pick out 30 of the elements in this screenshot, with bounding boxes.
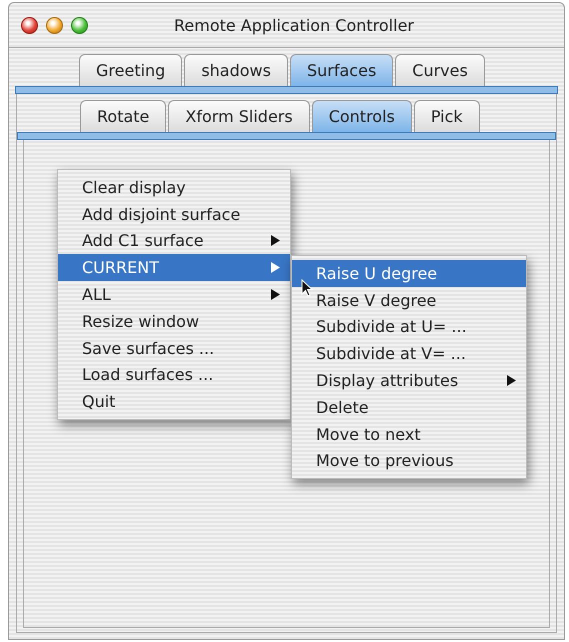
zoom-button[interactable] xyxy=(71,16,88,34)
menu-item[interactable]: CURRENT xyxy=(58,254,290,282)
menu-item[interactable]: Raise V degree xyxy=(292,286,526,314)
menu-item[interactable]: ALL xyxy=(58,281,290,308)
menu-item[interactable]: Load surfaces ... xyxy=(58,362,290,388)
menu-item[interactable]: Subdivide at U= ... xyxy=(292,314,526,340)
tab[interactable]: Rotate xyxy=(80,100,166,132)
menu-item[interactable]: Quit xyxy=(58,388,290,416)
tab[interactable]: Curves xyxy=(395,54,485,86)
menu-item[interactable]: Raise U degree xyxy=(292,260,526,287)
tab[interactable]: Greeting xyxy=(79,54,182,86)
menu-item[interactable]: Move to previous xyxy=(292,448,526,474)
menu-item[interactable]: Save surfaces ... xyxy=(58,334,290,362)
tab[interactable]: shadows xyxy=(184,54,288,86)
tab[interactable]: Xform Sliders xyxy=(168,100,310,132)
menu-item[interactable]: Resize window xyxy=(58,308,290,335)
tab[interactable]: Pick xyxy=(414,100,480,132)
close-button[interactable] xyxy=(21,16,38,34)
menu-item[interactable]: Subdivide at V= ... xyxy=(292,340,526,368)
tab[interactable]: Controls xyxy=(312,100,412,132)
tab[interactable]: Surfaces xyxy=(290,54,394,86)
menu-item[interactable]: Move to next xyxy=(292,420,526,448)
menu-item[interactable]: Clear display xyxy=(58,174,290,201)
menu-item[interactable]: Delete xyxy=(292,394,526,421)
mouse-pointer-icon xyxy=(301,279,313,297)
window-title: Remote Application Controller xyxy=(172,16,415,34)
minimize-button[interactable] xyxy=(46,16,63,34)
menu-item[interactable]: Display attributes xyxy=(292,367,526,394)
menu-item[interactable]: Add disjoint surface xyxy=(58,200,290,228)
menu-item[interactable]: Add C1 surface xyxy=(58,228,290,254)
